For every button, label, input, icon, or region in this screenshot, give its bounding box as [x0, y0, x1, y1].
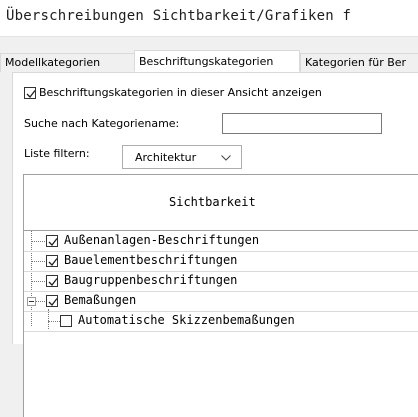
filter-select-value: Architektur: [135, 151, 197, 164]
visibility-checkbox[interactable]: [46, 275, 58, 287]
table-row[interactable]: Bemaßungen: [24, 291, 418, 312]
table-row[interactable]: Bauelementbeschriftungen: [24, 251, 418, 272]
tree-connector: [31, 261, 45, 262]
checkmark-icon: [48, 298, 58, 306]
tree-connector: [48, 321, 60, 322]
show-annotations-label: Beschriftungskategorien in dieser Ansich…: [39, 86, 322, 99]
visibility-column-header[interactable]: Sichtbarkeit: [24, 175, 418, 231]
category-label: Bemaßungen: [64, 293, 137, 307]
category-label: Baugruppenbeschriftungen: [64, 273, 238, 287]
checkmark-icon: [26, 90, 36, 98]
tree-connector: [31, 281, 45, 282]
checkmark-icon: [48, 258, 58, 266]
visibility-checkbox[interactable]: [46, 295, 58, 307]
tab-label: Kategorien für Ber: [305, 56, 407, 69]
tab-kategorien-fuer-bereiche[interactable]: Kategorien für Ber: [300, 53, 418, 72]
collapse-icon[interactable]: [27, 297, 36, 306]
checkmark-icon: [48, 238, 58, 246]
tree-connector: [36, 301, 45, 302]
search-input[interactable]: [222, 113, 382, 134]
table-row[interactable]: Außenanlagen-Beschriftungen: [24, 231, 418, 252]
tab-label: Beschriftungskategorien: [139, 55, 274, 68]
dialog-titlebar: Überschreibungen Sichtbarkeit/Grafiken f: [0, 0, 418, 37]
visibility-checkbox[interactable]: [46, 255, 58, 267]
search-label: Suche nach Kategoriename:: [24, 117, 180, 130]
checkmark-icon: [48, 278, 58, 286]
category-label: Außenanlagen-Beschriftungen: [64, 233, 260, 247]
visibility-checkbox[interactable]: [60, 315, 72, 327]
visibility-checkbox[interactable]: [46, 235, 58, 247]
tree-connector: [31, 241, 45, 242]
filter-select[interactable]: Architektur: [122, 145, 242, 169]
category-label: Bauelementbeschriftungen: [64, 253, 238, 267]
table-row[interactable]: Automatische Skizzenbemaßungen: [24, 311, 418, 332]
tab-modellkategorien[interactable]: Modellkategorien: [0, 53, 136, 72]
tab-strip: Modellkategorien Beschriftungskategorien…: [0, 50, 418, 74]
annotation-categories-panel: Beschriftungskategorien in dieser Ansich…: [12, 72, 418, 417]
filter-label: Liste filtern:: [24, 147, 90, 160]
visibility-header-label: Sichtbarkeit: [169, 195, 256, 209]
visibility-grid: Sichtbarkeit Außenanlagen-Beschriftungen: [23, 174, 418, 417]
tab-beschriftungskategorien[interactable]: Beschriftungskategorien: [134, 50, 300, 72]
show-annotations-checkbox[interactable]: [24, 87, 36, 99]
tab-label: Modellkategorien: [5, 56, 101, 69]
table-row[interactable]: Baugruppenbeschriftungen: [24, 271, 418, 292]
chevron-down-icon: [221, 155, 231, 161]
dialog-title: Überschreibungen Sichtbarkeit/Grafiken f: [6, 8, 352, 24]
category-label: Automatische Skizzenbemaßungen: [78, 313, 295, 327]
